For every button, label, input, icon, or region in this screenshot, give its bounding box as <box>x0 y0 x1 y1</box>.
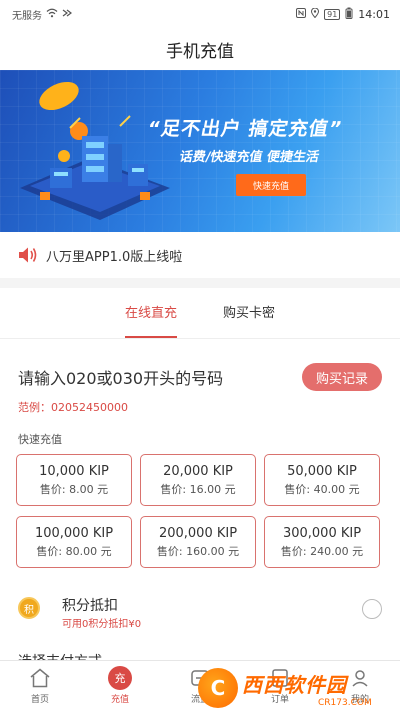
watermark-text: 西西软件园 CR173.COM <box>242 669 372 708</box>
watermark-logo: C <box>198 668 238 708</box>
tab-online-recharge[interactable]: 在线直充 <box>124 302 178 338</box>
title-bar: 手机充值 <box>0 28 400 70</box>
package-option[interactable]: 10,000 KIP 售价: 8.00 元 <box>16 454 132 506</box>
nav-recharge[interactable]: 充 充值 <box>80 661 160 710</box>
example-number: 范例：02052450000 <box>18 401 128 414</box>
nav-recharge-label: 充值 <box>110 695 129 705</box>
phone-number-input[interactable]: 请输入020或030开头的号码 <box>18 365 223 389</box>
watermark-site: CR173.COM <box>318 697 372 708</box>
battery-level: 91 <box>324 8 341 20</box>
package-option[interactable]: 20,000 KIP 售价: 16.00 元 <box>140 454 256 506</box>
banner-slogan: “足不出户 搞定充值” <box>145 118 345 140</box>
package-amount: 200,000 KIP <box>158 525 238 541</box>
signal-arrow-icon <box>62 9 72 20</box>
package-option[interactable]: 100,000 KIP 售价: 80.00 元 <box>16 516 132 568</box>
status-left: 无服务 <box>12 7 72 22</box>
announcement-bar[interactable]: 八万里APP1.0版上线啦 <box>0 232 400 278</box>
package-amount: 100,000 KIP <box>34 525 114 541</box>
recharge-icon: 充 <box>108 666 132 690</box>
speaker-icon <box>18 246 38 264</box>
tab-buy-card[interactable]: 购买卡密 <box>223 302 275 325</box>
package-price: 售价: 16.00 元 <box>160 482 236 496</box>
status-right: 91 14:01 <box>296 7 390 22</box>
purchase-record-button[interactable]: 购买记录 <box>302 363 382 391</box>
carrier-text: 无服务 <box>12 10 42 22</box>
location-icon <box>311 7 320 21</box>
package-amount: 50,000 KIP <box>287 463 357 479</box>
package-grid: 10,000 KIP 售价: 8.00 元 20,000 KIP 售价: 16.… <box>16 454 380 568</box>
points-available: 可用0积分抵扣¥0 <box>62 619 142 630</box>
points-title: 积分抵扣 <box>62 598 118 614</box>
points-coin-icon: 积 <box>18 597 40 619</box>
page-title: 手机充值 <box>166 41 234 62</box>
package-amount: 20,000 KIP <box>163 463 233 479</box>
package-option[interactable]: 300,000 KIP 售价: 240.00 元 <box>264 516 380 568</box>
banner-subtitle: 话费/快速充值 便捷生活 <box>178 150 321 165</box>
package-price: 售价: 240.00 元 <box>280 544 364 558</box>
recharge-tabs: 在线直充 购买卡密 <box>0 288 400 338</box>
promo-banner[interactable]: “足不出户 搞定充值” 话费/快速充值 便捷生活 快速充值 <box>0 70 400 232</box>
battery-icon <box>345 7 353 22</box>
nfc-icon <box>296 7 307 21</box>
announcement-text: 八万里APP1.0版上线啦 <box>46 249 183 265</box>
package-price: 售价: 8.00 元 <box>39 482 109 496</box>
quick-recharge-label: 快速充值 <box>18 433 62 446</box>
nav-home-label: 首页 <box>30 695 49 705</box>
status-bar: 无服务 91 14:01 <box>0 0 400 28</box>
package-amount: 300,000 KIP <box>282 525 362 541</box>
package-option[interactable]: 50,000 KIP 售价: 40.00 元 <box>264 454 380 506</box>
points-radio[interactable] <box>362 599 382 619</box>
nav-home[interactable]: 首页 <box>0 661 80 710</box>
package-price: 售价: 40.00 元 <box>284 482 360 496</box>
points-deduction-row[interactable]: 积 积分抵扣 可用0积分抵扣¥0 <box>18 593 382 633</box>
recharge-form: 请输入020或030开头的号码 购买记录 范例：02052450000 快速充值… <box>0 338 400 670</box>
package-amount: 10,000 KIP <box>39 463 109 479</box>
clock: 14:01 <box>358 7 390 21</box>
banner-cta-button[interactable]: 快速充值 <box>236 174 306 196</box>
home-icon <box>28 666 52 690</box>
package-price: 售价: 160.00 元 <box>156 544 240 558</box>
site-watermark: C 西西软件园 CR173.COM <box>198 668 394 708</box>
watermark-name: 西西软件园 <box>242 672 347 697</box>
package-price: 售价: 80.00 元 <box>36 544 112 558</box>
package-option[interactable]: 200,000 KIP 售价: 160.00 元 <box>140 516 256 568</box>
wifi-icon <box>46 8 58 21</box>
